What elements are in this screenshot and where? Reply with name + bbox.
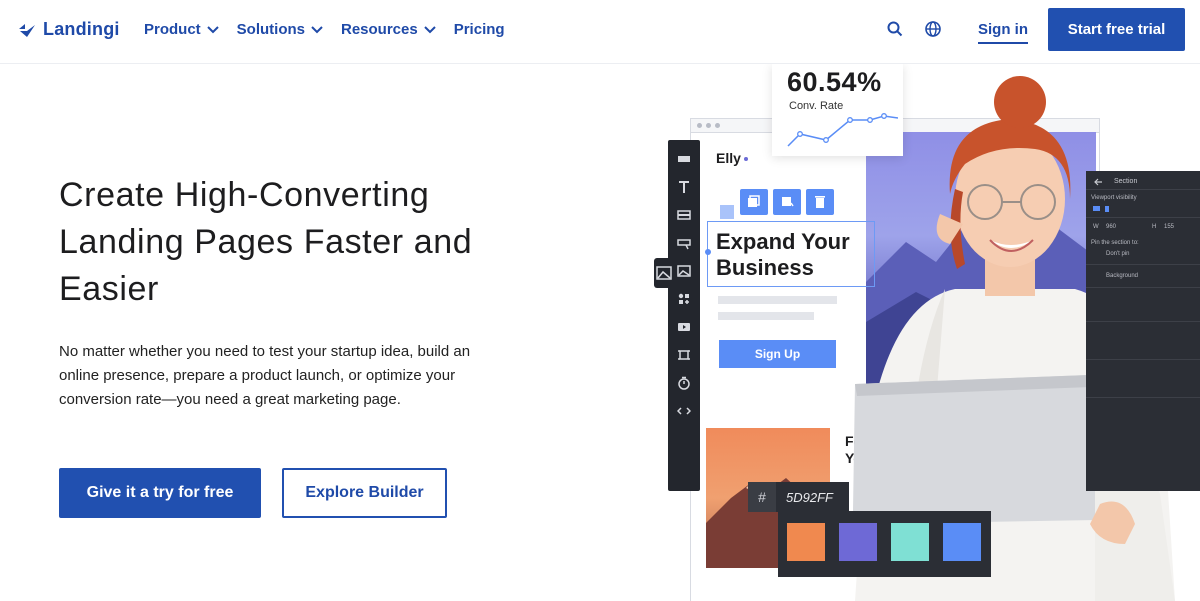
- gallery-side-tab[interactable]: [654, 258, 674, 288]
- move-handle-icon[interactable]: [720, 205, 734, 219]
- image-tool-icon[interactable]: [677, 264, 691, 278]
- chevron-down-icon: [424, 25, 436, 33]
- panel-pin-label: Pin the section to:: [1091, 240, 1139, 246]
- conversion-rate-label: Conv. Rate: [789, 100, 844, 112]
- brand-logo[interactable]: Landingi: [17, 19, 120, 40]
- hero-illustration: Elly Expand Your Business Sign Up Few Yo…: [650, 64, 1200, 601]
- placeholder-line: [718, 312, 814, 320]
- editor-toolbar: [668, 140, 700, 491]
- color-swatch[interactable]: [787, 523, 825, 561]
- video-icon[interactable]: [677, 320, 691, 334]
- brand-name: Landingi: [43, 19, 120, 39]
- page-brand-text: Elly: [716, 150, 741, 166]
- hex-hash-label: #: [748, 482, 776, 512]
- top-nav: Landingi Product Solutions Resources Pri…: [0, 0, 1200, 64]
- resize-handle[interactable]: [705, 249, 711, 255]
- explore-builder-button[interactable]: Explore Builder: [282, 468, 447, 518]
- menu-item-label: Product: [144, 21, 201, 38]
- crop-icon[interactable]: [677, 348, 691, 362]
- menu-item-label: Resources: [341, 21, 418, 38]
- search-icon[interactable]: [886, 20, 904, 38]
- landingi-logo-icon: [19, 23, 35, 37]
- device-icons[interactable]: [1092, 205, 1114, 213]
- chevron-down-icon: [206, 25, 219, 33]
- back-arrow-icon[interactable]: [1093, 178, 1103, 186]
- element-edit-toolbar: [740, 189, 834, 215]
- hero-description: No matter whether you need to test your …: [59, 343, 471, 408]
- duplicate-icon[interactable]: [740, 189, 768, 215]
- hero-title: Create High-Converting Landing Pages Fas…: [59, 176, 473, 308]
- menu-item-label: Pricing: [453, 21, 505, 38]
- hex-input[interactable]: # 5D92FF: [748, 482, 849, 512]
- color-swatch[interactable]: [891, 523, 929, 561]
- section-settings-panel: Section Viewport visibility W 960 H 155 …: [1086, 171, 1200, 491]
- box-icon[interactable]: [677, 208, 691, 222]
- timer-icon[interactable]: [677, 376, 691, 390]
- code-icon[interactable]: [677, 404, 691, 418]
- sign-in-link[interactable]: Sign in: [978, 21, 1028, 44]
- panel-w-label: W: [1093, 224, 1099, 230]
- image-gallery-icon: [656, 266, 672, 280]
- text-icon[interactable]: [677, 180, 691, 194]
- button-tool-icon[interactable]: [677, 236, 691, 250]
- color-swatch[interactable]: [839, 523, 877, 561]
- panel-background-label[interactable]: Background: [1106, 273, 1138, 279]
- menu-item-resources[interactable]: Resources: [341, 21, 436, 38]
- panel-pin-value[interactable]: Don't pin: [1106, 251, 1130, 257]
- menu-item-label: Solutions: [236, 21, 305, 38]
- give-it-a-try-button[interactable]: Give it a try for free: [59, 468, 261, 518]
- panel-w-value[interactable]: 960: [1106, 224, 1116, 230]
- hex-value[interactable]: 5D92FF: [776, 482, 849, 512]
- layers-icon[interactable]: [773, 189, 801, 215]
- chevron-down-icon: [311, 25, 323, 33]
- sign-up-button[interactable]: Sign Up: [719, 340, 836, 368]
- globe-icon[interactable]: [924, 20, 942, 38]
- trash-icon[interactable]: [806, 189, 834, 215]
- menu-item-solutions[interactable]: Solutions: [237, 21, 323, 38]
- panel-title: Section: [1114, 178, 1138, 185]
- panel-visibility-label: Viewport visibility: [1091, 195, 1137, 201]
- main-menu: Product Solutions Resources Pricing: [144, 21, 505, 38]
- start-free-trial-button[interactable]: Start free trial: [1048, 8, 1185, 51]
- menu-item-pricing[interactable]: Pricing: [454, 21, 505, 38]
- color-swatch[interactable]: [943, 523, 981, 561]
- placeholder-line: [718, 296, 837, 304]
- section-icon[interactable]: [677, 152, 691, 166]
- menu-item-product[interactable]: Product: [144, 21, 219, 38]
- widgets-icon[interactable]: [677, 292, 691, 306]
- panel-h-value[interactable]: 155: [1164, 224, 1174, 230]
- panel-h-label: H: [1152, 224, 1157, 230]
- page-brand-elly: Elly: [716, 150, 748, 166]
